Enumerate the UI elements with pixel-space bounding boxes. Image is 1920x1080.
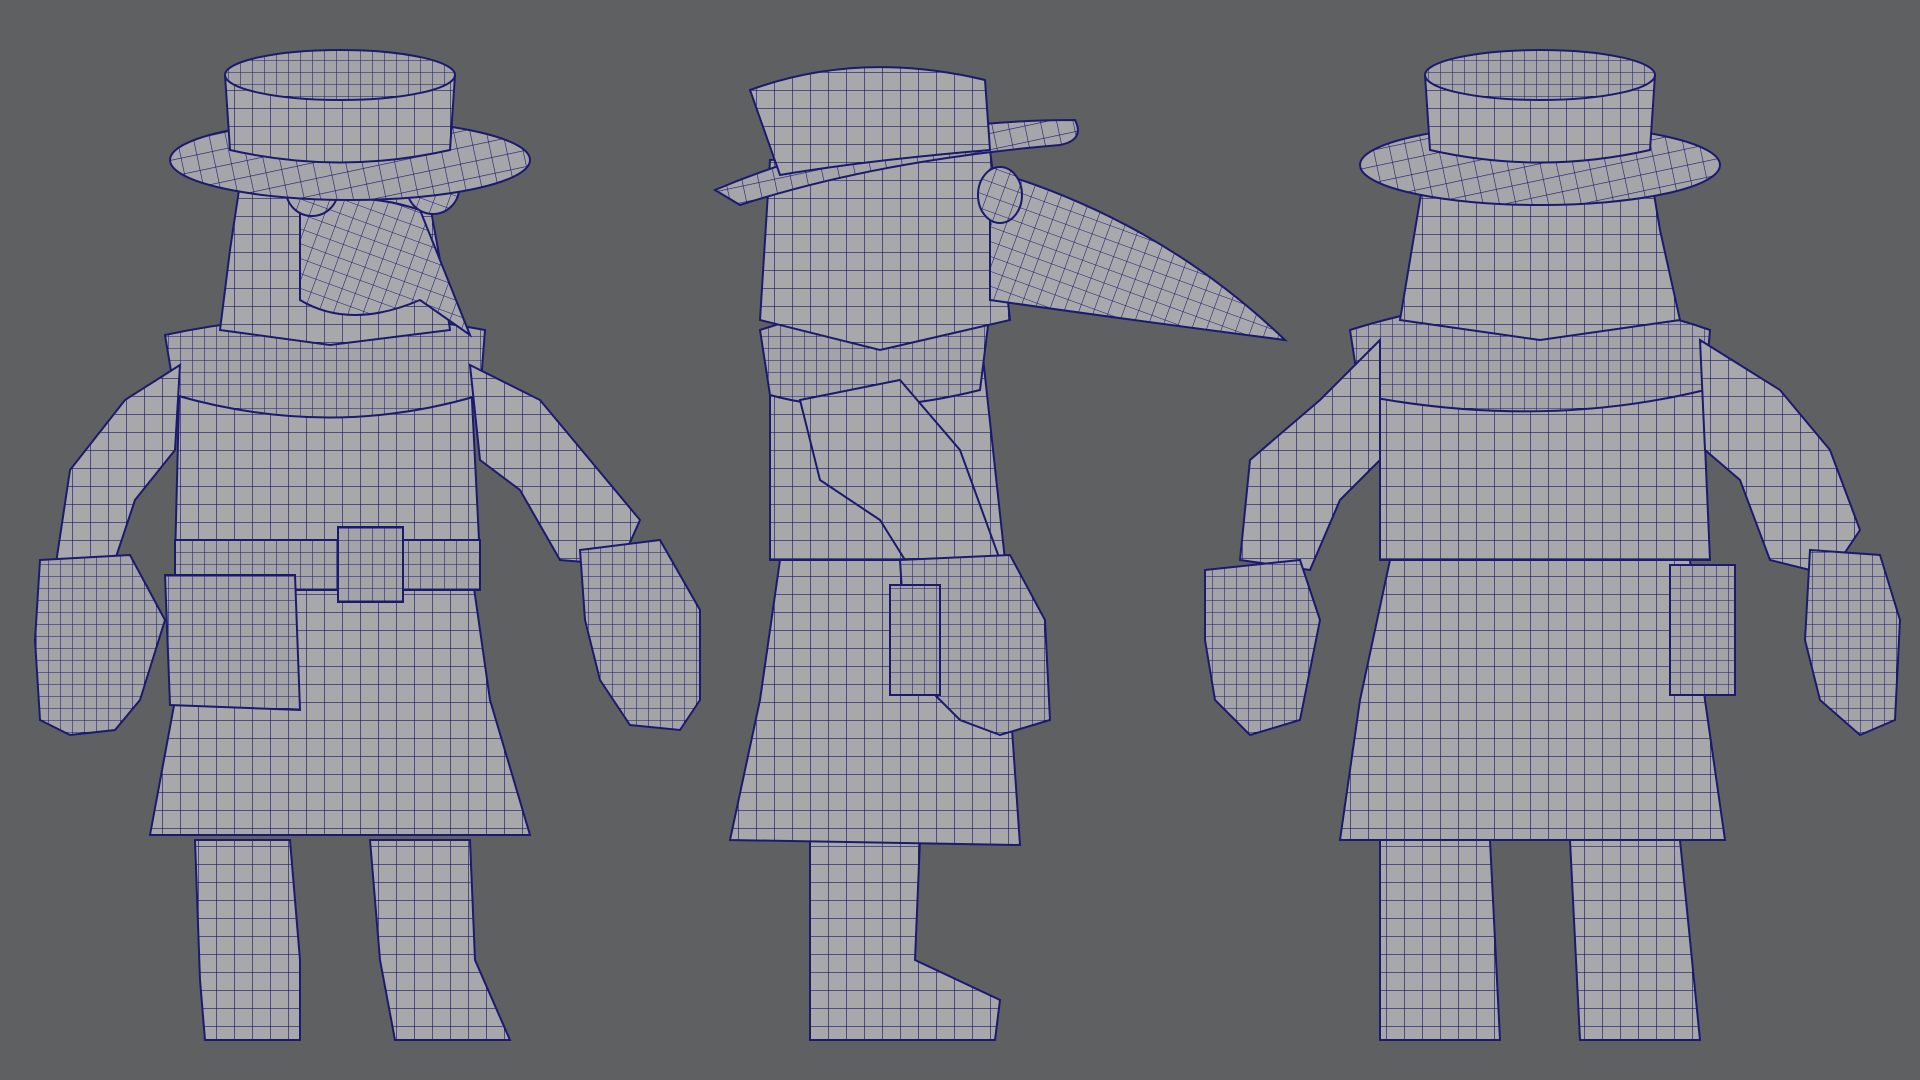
right-hand [578,538,701,732]
back-pouch [1669,564,1736,696]
left-boot [193,839,301,1041]
belt-buckle [337,526,404,603]
right-arm [468,363,642,567]
3d-viewport[interactable] [0,0,1920,1080]
back-left-hand [1204,558,1322,737]
turnaround-render [33,49,1902,1041]
back-right-hand [1803,548,1902,737]
front-view[interactable] [33,49,701,1041]
side-goggle [977,166,1023,224]
left-arm [53,363,182,577]
hat-top [224,49,456,101]
back-left-boot [1379,839,1502,1041]
right-boot [368,839,512,1041]
back-right-boot [1568,839,1702,1041]
side-boot [809,839,1002,1041]
side-pouch [889,584,941,696]
left-hand [33,553,167,737]
pouch [163,574,302,712]
back-left-arm [1238,337,1381,572]
back-hat-top [1424,49,1656,101]
back-coat-skirt [1338,559,1727,841]
side-view[interactable] [712,66,1288,1041]
side-beak [989,168,1288,342]
back-right-arm [1698,338,1862,577]
back-view[interactable] [1204,49,1902,1041]
